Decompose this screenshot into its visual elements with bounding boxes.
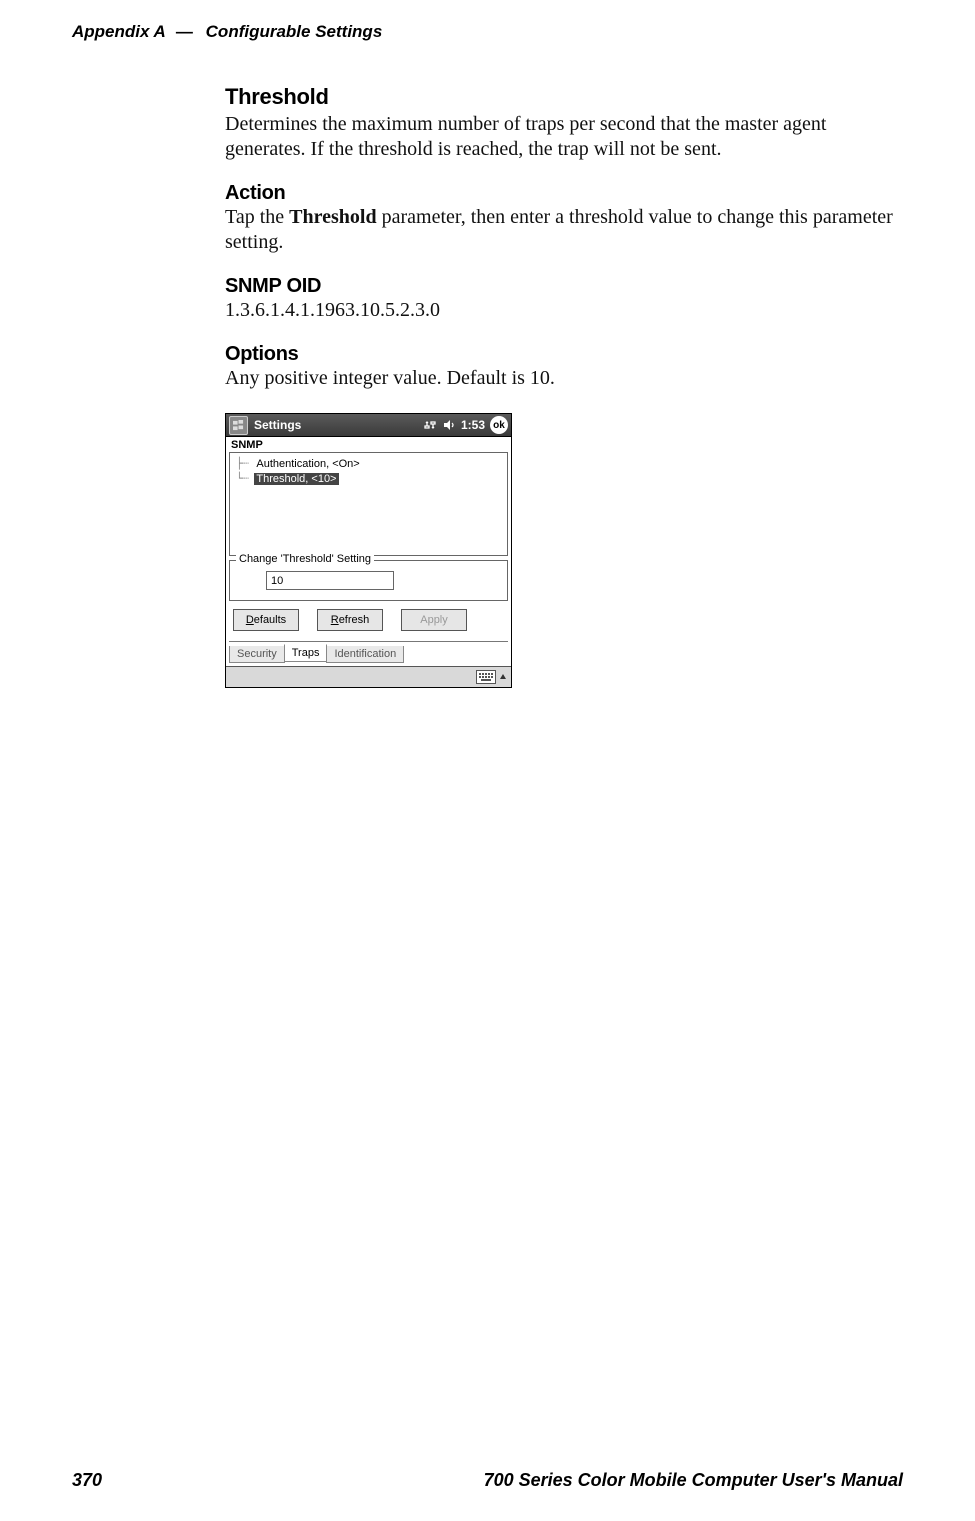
speaker-icon[interactable]	[443, 419, 455, 431]
running-header: Appendix A — Configurable Settings	[72, 22, 382, 42]
connectivity-icon[interactable]	[423, 419, 437, 431]
defaults-mnemonic: D	[246, 614, 254, 626]
defaults-button[interactable]: Defaults	[233, 609, 299, 631]
options-body: Any positive integer value. Default is 1…	[225, 366, 905, 391]
header-appendix: Appendix A	[72, 22, 165, 41]
threshold-input-value: 10	[271, 575, 283, 587]
apply-button: Apply	[401, 609, 467, 631]
change-setting-fieldset: Change 'Threshold' Setting 10	[229, 560, 508, 601]
action-body: Tap the Threshold parameter, then enter …	[225, 205, 905, 255]
tab-traps[interactable]: Traps	[284, 644, 328, 662]
defaults-rest: efaults	[254, 614, 286, 626]
tree-connector-icon: ├┈	[236, 457, 254, 470]
tab-security[interactable]: Security	[229, 646, 285, 663]
options-heading: Options	[225, 343, 905, 366]
refresh-rest: efresh	[339, 614, 370, 626]
tree-connector-icon: └┈	[236, 472, 254, 485]
content-column: Threshold Determines the maximum number …	[225, 84, 905, 688]
threshold-body: Determines the maximum number of traps p…	[225, 112, 905, 162]
snmp-oid-heading: SNMP OID	[225, 275, 905, 298]
settings-panel: SNMP ├┈ Authentication, <On> └┈ Threshol…	[226, 437, 511, 666]
tree-label-authentication: Authentication, <On>	[254, 458, 361, 470]
header-title: Configurable Settings	[206, 22, 383, 41]
action-body-pre: Tap the	[225, 206, 289, 228]
tree-item-threshold[interactable]: └┈ Threshold, <10>	[236, 471, 501, 486]
keyboard-icon[interactable]	[476, 670, 496, 684]
page-number: 370	[72, 1470, 102, 1491]
apply-label: Apply	[420, 614, 448, 626]
snmp-oid-body: 1.3.6.1.4.1.1963.10.5.2.3.0	[225, 298, 905, 323]
start-flag-icon[interactable]	[229, 416, 248, 435]
action-body-bold: Threshold	[289, 206, 376, 228]
tree-label-threshold: Threshold, <10>	[254, 473, 338, 485]
fieldset-legend: Change 'Threshold' Setting	[236, 553, 374, 565]
tree-item-authentication[interactable]: ├┈ Authentication, <On>	[236, 456, 501, 471]
button-row: Defaults Refresh Apply	[229, 607, 508, 635]
page-footer: 370 700 Series Color Mobile Computer Use…	[72, 1470, 903, 1491]
sip-arrow-up-icon[interactable]	[498, 671, 508, 683]
panel-title: SNMP	[229, 437, 508, 451]
titlebar-time: 1:53	[461, 418, 485, 432]
sip-bar	[226, 666, 511, 687]
tab-identification[interactable]: Identification	[326, 646, 404, 663]
ok-button[interactable]: ok	[490, 416, 508, 434]
header-dash: —	[176, 22, 193, 41]
titlebar-app: Settings	[254, 418, 420, 432]
tab-bar: Security Traps Identification	[229, 641, 508, 664]
refresh-mnemonic: R	[331, 614, 339, 626]
manual-title: 700 Series Color Mobile Computer User's …	[484, 1470, 903, 1491]
refresh-button[interactable]: Refresh	[317, 609, 383, 631]
titlebar: Settings 1:53 ok	[226, 414, 511, 437]
tree-box: ├┈ Authentication, <On> └┈ Threshold, <1…	[229, 452, 508, 556]
threshold-heading: Threshold	[225, 84, 905, 110]
threshold-input[interactable]: 10	[266, 571, 394, 590]
action-heading: Action	[225, 182, 905, 205]
pocketpc-screenshot: Settings 1:53 ok SNMP ├┈ Authentication,…	[225, 413, 512, 688]
